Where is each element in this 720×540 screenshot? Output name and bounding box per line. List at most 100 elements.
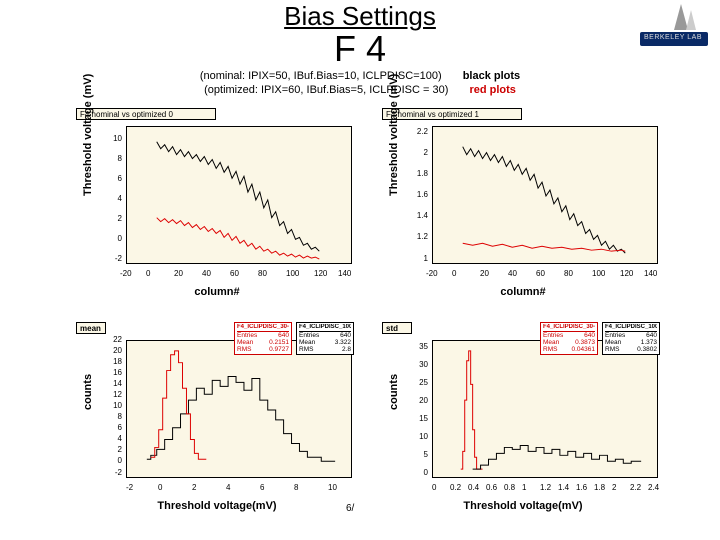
param-optimized: (optimized: IPIX=60, IBuf.Bias=5, ICLPDI… (204, 84, 448, 98)
x-tick: -20 (120, 269, 132, 278)
stat-value: 0.3873 (575, 339, 595, 346)
page-header: Bias Settings F 4 (0, 2, 720, 67)
x-tick: 8 (294, 483, 298, 492)
x-tick: 80 (564, 269, 573, 278)
stat-label: Mean (605, 339, 621, 346)
x-tick: 0 (452, 269, 456, 278)
chart-grid: F4 nominal vs optimized 0 Threshold volt… (76, 104, 696, 518)
page-title: Bias Settings (0, 2, 720, 31)
x-tick: 80 (258, 269, 267, 278)
stat-value: 0.2151 (269, 339, 289, 346)
y-tick: 1.6 (388, 190, 428, 199)
y-tick: 0 (82, 456, 122, 465)
y-tick: 1 (388, 254, 428, 263)
chart-title: F4 nominal vs optimized 1 (382, 108, 522, 120)
y-tick: 6 (82, 423, 122, 432)
x-tick: 0.8 (504, 483, 515, 492)
x-tick: 100 (592, 269, 605, 278)
x-tick: 40 (202, 269, 211, 278)
stat-value: 640 (584, 332, 595, 339)
chart-top-right: F4 nominal vs optimized 1 Threshold volt… (382, 104, 664, 300)
y-tick: 0 (388, 468, 428, 477)
y-tick: 0 (82, 234, 122, 243)
x-tick: -20 (426, 269, 438, 278)
chart-title: std (382, 322, 412, 334)
y-tick: 2 (82, 214, 122, 223)
y-tick: 14 (82, 379, 122, 388)
x-axis-label: Threshold voltage(mV) (382, 500, 664, 512)
stat-label: Entries (605, 332, 625, 339)
stat-label: RMS (543, 346, 557, 353)
x-axis-label: Threshold voltage(mV) (76, 500, 358, 512)
y-tick: 2 (388, 148, 428, 157)
x-tick: 140 (644, 269, 657, 278)
x-tick: 4 (226, 483, 230, 492)
param-block: (nominal: IPIX=50, IBuf.Bias=10, ICLPDIS… (0, 70, 720, 98)
stat-header: F4_ICLIPDISC_100 (605, 324, 657, 332)
y-tick: 30 (388, 360, 428, 369)
x-tick: 1.8 (594, 483, 605, 492)
x-tick: 40 (508, 269, 517, 278)
x-tick: 60 (230, 269, 239, 278)
stat-value: 2.8 (342, 346, 351, 353)
x-axis-label: column# (76, 286, 358, 298)
stat-value: 640 (646, 332, 657, 339)
berkeley-lab-logo (634, 4, 714, 54)
y-tick: 4 (82, 194, 122, 203)
x-tick: 0 (432, 483, 436, 492)
stat-header: F4_ICLIPDISC_30-MEAN (543, 324, 595, 332)
y-tick: 15 (388, 414, 428, 423)
footer-fragment: 6/ (346, 503, 354, 514)
x-tick: 2 (192, 483, 196, 492)
y-tick: 1.2 (388, 232, 428, 241)
stat-value: 640 (278, 332, 289, 339)
plot-area (126, 340, 352, 478)
x-tick: 6 (260, 483, 264, 492)
chart-top-left: F4 nominal vs optimized 0 Threshold volt… (76, 104, 358, 300)
y-tick: 2.2 (388, 127, 428, 136)
x-axis-label: column# (382, 286, 664, 298)
plot-area (126, 126, 352, 264)
x-tick: 2.2 (630, 483, 641, 492)
x-tick: 1.4 (558, 483, 569, 492)
plot-area (432, 340, 658, 478)
y-tick: 20 (388, 396, 428, 405)
y-tick: 20 (82, 346, 122, 355)
y-tick: 8 (82, 412, 122, 421)
y-tick: 1.8 (388, 169, 428, 178)
param-nominal: (nominal: IPIX=50, IBuf.Bias=10, ICLPDIS… (200, 70, 442, 84)
stat-value: 640 (340, 332, 351, 339)
chart-bottom-left: mean counts Threshold voltage(mV) F4_ICL… (76, 318, 358, 514)
x-tick: 60 (536, 269, 545, 278)
stat-label: RMS (299, 346, 313, 353)
y-tick: -2 (82, 254, 122, 263)
chart-title: F4 nominal vs optimized 0 (76, 108, 216, 120)
stat-header: F4_ICLIPDISC_30-MEAN (237, 324, 289, 332)
stat-label: Entries (543, 332, 563, 339)
x-tick: 1 (522, 483, 526, 492)
param-optimized-label: red plots (469, 84, 515, 96)
y-tick: 16 (82, 368, 122, 377)
x-tick: 1.6 (576, 483, 587, 492)
page-subtitle: F 4 (0, 31, 720, 67)
stat-header: F4_ICLIPDISC_100 (299, 324, 351, 332)
x-tick: 20 (480, 269, 489, 278)
y-tick: 22 (82, 335, 122, 344)
stat-label: RMS (605, 346, 619, 353)
chart-bottom-right: std counts Threshold voltage(mV) F4_ICLI… (382, 318, 664, 514)
stat-box-black: F4_ICLIPDISC_100 Entries640 Mean3.322 RM… (296, 322, 354, 355)
y-tick: 5 (388, 450, 428, 459)
x-tick: 0.6 (486, 483, 497, 492)
stat-label: Mean (299, 339, 315, 346)
stat-box-red: F4_ICLIPDISC_30-MEAN Entries640 Mean0.21… (234, 322, 292, 355)
x-tick: 140 (338, 269, 351, 278)
y-tick: 6 (82, 174, 122, 183)
stat-value: 0.9727 (269, 346, 289, 353)
stat-label: Mean (237, 339, 253, 346)
y-tick: -2 (82, 468, 122, 477)
x-tick: 120 (314, 269, 327, 278)
stat-box-black: F4_ICLIPDISC_100 Entries640 Mean1.373 RM… (602, 322, 660, 355)
stat-label: RMS (237, 346, 251, 353)
stat-label: Entries (299, 332, 319, 339)
chart-title: mean (76, 322, 106, 334)
